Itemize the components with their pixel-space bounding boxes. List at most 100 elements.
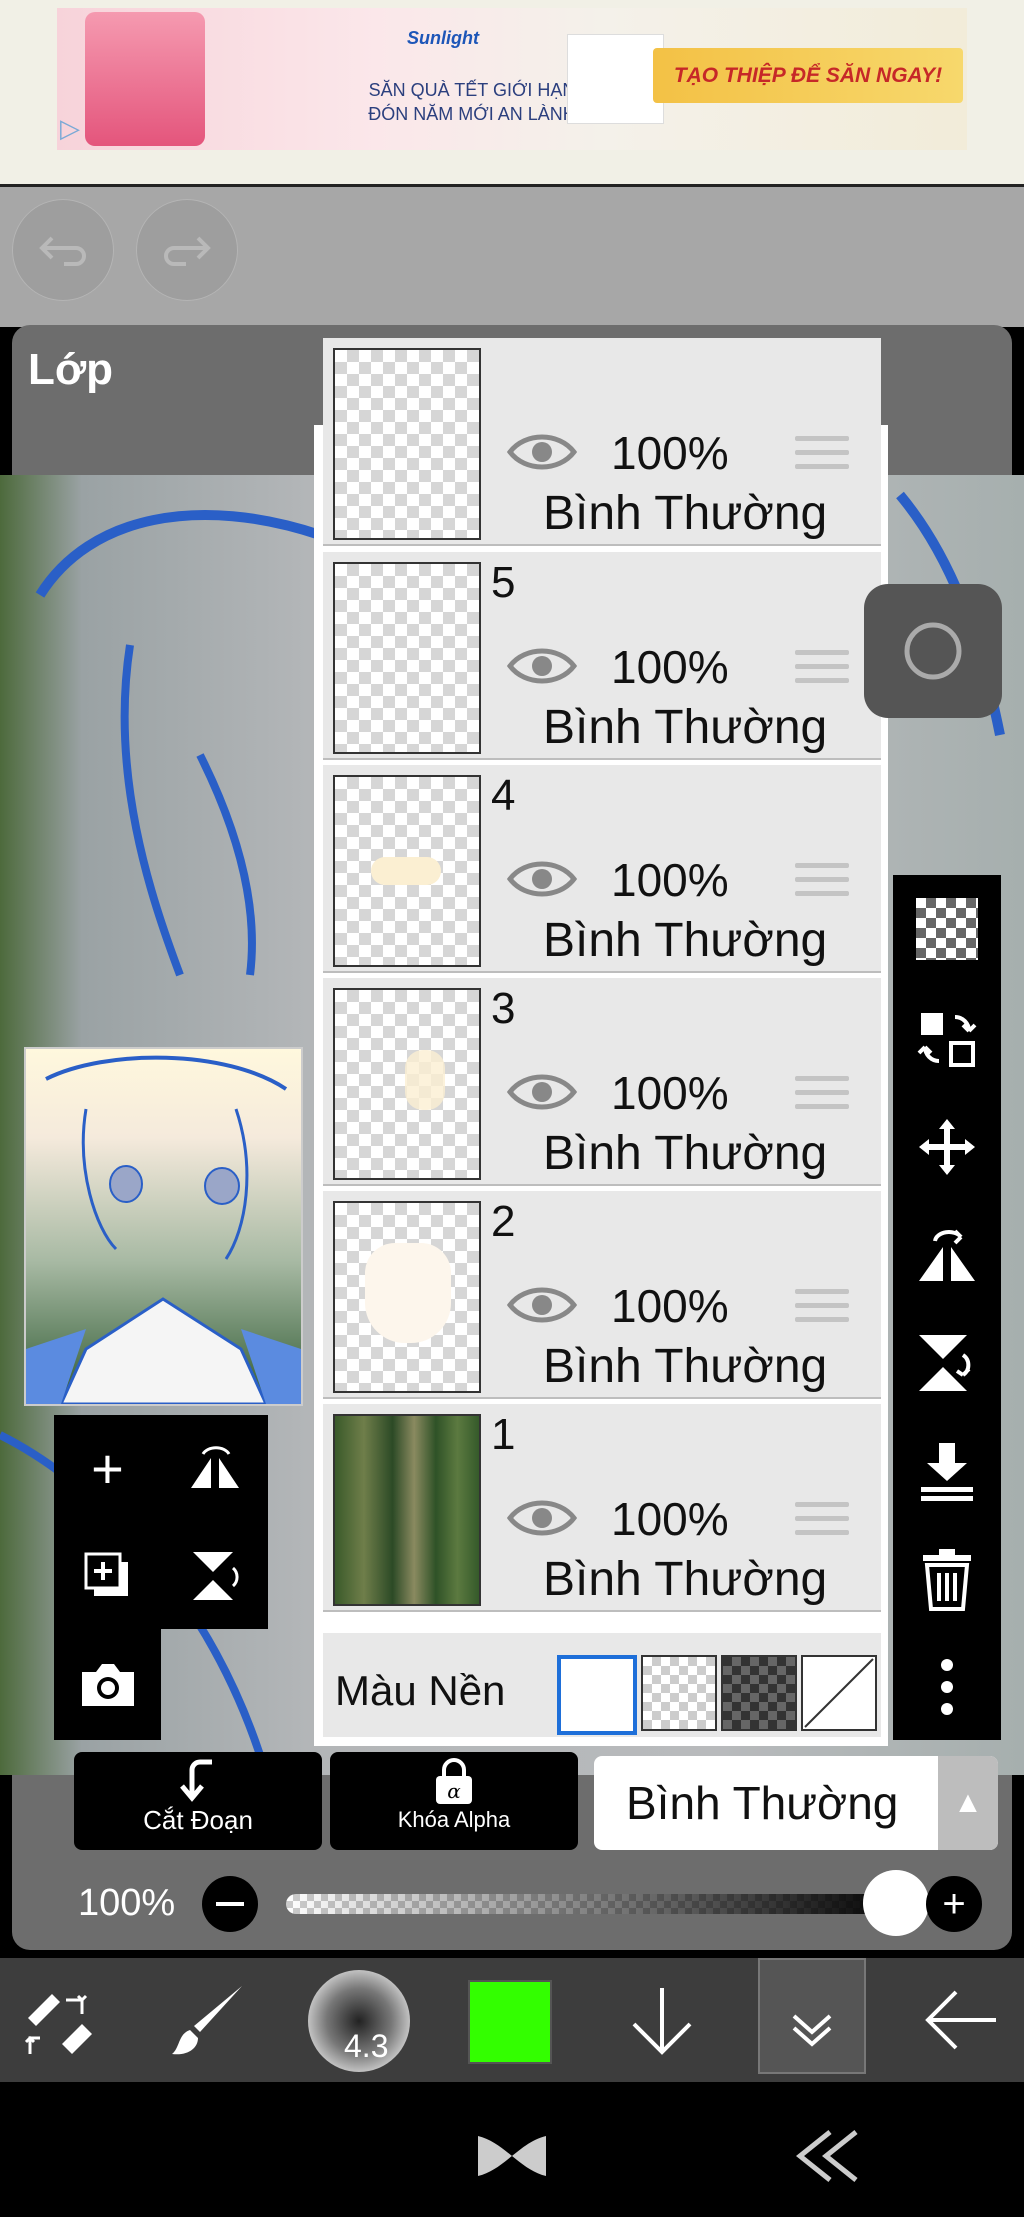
visibility-eye-icon[interactable] xyxy=(507,1070,577,1114)
svg-text:α: α xyxy=(447,1779,461,1803)
delete-layer-button[interactable] xyxy=(907,1539,987,1619)
alpha-lock-button[interactable]: α Khóa Alpha xyxy=(330,1752,578,1850)
ad-banner[interactable]: Sunlight SĂN QUÀ TẾT GIỚI HẠN ĐÓN NĂM MỚ… xyxy=(0,0,1024,187)
nav-back-button[interactable] xyxy=(790,2122,866,2190)
color-swatch-button[interactable] xyxy=(468,1980,552,2064)
swap-icon xyxy=(917,1013,977,1067)
camera-import-button[interactable] xyxy=(54,1629,161,1740)
layer-number: 1 xyxy=(491,1410,516,1459)
drag-handle-icon[interactable] xyxy=(795,1289,849,1329)
transform-tool-button[interactable] xyxy=(18,1978,102,2062)
flip-horizontal-layer-button[interactable] xyxy=(161,1415,268,1522)
layer-number: 5 xyxy=(491,558,516,607)
layer-blend-mode: Bình Thường xyxy=(543,487,828,540)
opacity-row: 100% + xyxy=(12,1860,1012,1946)
drag-handle-icon[interactable] xyxy=(795,1502,849,1542)
flip-horizontal-icon xyxy=(190,1445,239,1488)
layer-content-shape xyxy=(371,857,441,885)
circle-icon xyxy=(904,622,962,680)
brush-size-button[interactable]: 4.3 xyxy=(308,1970,410,2072)
layer-swap-button[interactable] xyxy=(907,999,987,1079)
visibility-eye-icon[interactable] xyxy=(507,1283,577,1327)
bottom-toolbar: 4.3 xyxy=(0,1958,1024,2082)
layer-row[interactable]: 5 100% Bình Thường xyxy=(323,552,881,760)
visibility-eye-icon[interactable] xyxy=(507,430,577,474)
flip-vertical-button[interactable] xyxy=(907,1323,987,1403)
more-options-button[interactable] xyxy=(907,1647,987,1727)
alpha-lock-label: Khóa Alpha xyxy=(397,1807,511,1832)
layer-thumbnail[interactable] xyxy=(333,562,481,754)
layer-opacity: 100% xyxy=(611,641,729,693)
canvas-preview[interactable] xyxy=(24,1047,303,1406)
transparency-button[interactable] xyxy=(907,889,987,969)
layer-row[interactable]: 3 100% Bình Thường xyxy=(323,978,881,1186)
layer-thumbnail[interactable] xyxy=(333,1414,481,1606)
blend-mode-select[interactable]: Bình Thường ▲ xyxy=(594,1756,998,1850)
ad-choices-icon[interactable]: ▷ xyxy=(60,114,88,142)
redo-button[interactable] xyxy=(136,199,238,301)
minus-icon xyxy=(216,1902,244,1906)
panel-title: Lớp xyxy=(28,345,114,394)
layer-thumbnail[interactable] xyxy=(333,988,481,1180)
move-button[interactable] xyxy=(907,1107,987,1187)
visibility-eye-icon[interactable] xyxy=(507,1496,577,1540)
visibility-eye-icon[interactable] xyxy=(507,644,577,688)
ad-product-image xyxy=(85,12,205,146)
layer-down-button[interactable] xyxy=(620,1978,704,2062)
layer-row[interactable]: 1 100% Bình Thường xyxy=(323,1404,881,1612)
back-button[interactable] xyxy=(920,1978,1004,2062)
layer-thumbnail[interactable] xyxy=(333,348,481,540)
add-layer-button[interactable]: + xyxy=(54,1415,161,1522)
opacity-value-label: 100% xyxy=(78,1882,176,1924)
drag-handle-icon[interactable] xyxy=(795,650,849,690)
duplicate-layer-button[interactable] xyxy=(54,1522,161,1629)
opacity-decrease-button[interactable] xyxy=(202,1876,258,1932)
layer-row[interactable]: 100% Bình Thường xyxy=(323,338,881,546)
blend-mode-dropdown-toggle[interactable]: ▲ xyxy=(938,1756,998,1850)
none-slash-icon xyxy=(804,1658,874,1728)
layer-blend-mode: Bình Thường xyxy=(543,1553,828,1606)
undo-icon xyxy=(39,236,86,266)
background-none-swatch[interactable] xyxy=(801,1655,877,1731)
opacity-increase-button[interactable]: + xyxy=(926,1876,982,1932)
flip-vertical-icon xyxy=(919,1335,971,1391)
layer-row[interactable]: 2 100% Bình Thường xyxy=(323,1191,881,1399)
layer-thumbnail[interactable] xyxy=(333,775,481,967)
layer-thumbnail[interactable] xyxy=(333,1201,481,1393)
clipping-button[interactable]: Cắt Đoạn xyxy=(74,1752,322,1850)
flip-vertical-layer-button[interactable] xyxy=(161,1522,268,1629)
top-toolbar xyxy=(0,187,1024,327)
background-transparent-swatch[interactable] xyxy=(641,1655,717,1731)
transform-icon xyxy=(24,1994,92,2054)
layer-number: 4 xyxy=(491,771,516,820)
opacity-slider-gradient xyxy=(286,1894,906,1914)
more-vertical-icon xyxy=(941,1659,953,1715)
clip-arrow-icon xyxy=(180,1759,212,1802)
layer-opacity: 100% xyxy=(611,1493,729,1545)
background-dark-checker-swatch[interactable] xyxy=(721,1655,797,1731)
layers-panel-button[interactable] xyxy=(758,1958,866,2074)
plus-icon: + xyxy=(91,1436,124,1500)
ad-image[interactable]: Sunlight SĂN QUÀ TẾT GIỚI HẠN ĐÓN NĂM MỚ… xyxy=(57,8,967,150)
opacity-slider-knob[interactable] xyxy=(863,1870,929,1936)
undo-button[interactable] xyxy=(12,199,114,301)
flip-horizontal-button[interactable] xyxy=(907,1215,987,1295)
merge-down-button[interactable] xyxy=(907,1431,987,1511)
layer-list[interactable]: 100% Bình Thường 5 100% Bình Thường 4 10… xyxy=(314,338,888,1746)
nav-close-button[interactable] xyxy=(474,2122,550,2190)
ad-cta-button[interactable]: TẠO THIỆP ĐỂ SĂN NGAY! xyxy=(653,48,963,103)
background-white-swatch[interactable] xyxy=(557,1655,637,1735)
floating-action-button[interactable] xyxy=(864,584,1002,718)
arrow-down-icon xyxy=(632,1988,692,2055)
drag-handle-icon[interactable] xyxy=(795,1076,849,1116)
duplicate-icon xyxy=(84,1552,128,1596)
opacity-slider[interactable] xyxy=(286,1894,906,1914)
layer-row[interactable]: 4 100% Bình Thường xyxy=(323,765,881,973)
brush-tool-button[interactable] xyxy=(166,1978,250,2062)
visibility-eye-icon[interactable] xyxy=(507,857,577,901)
drag-handle-icon[interactable] xyxy=(795,863,849,903)
ad-card-image xyxy=(567,34,664,124)
brush-size-value: 4.3 xyxy=(344,2028,389,2064)
flip-horizontal-icon xyxy=(919,1229,975,1281)
drag-handle-icon[interactable] xyxy=(795,436,849,476)
